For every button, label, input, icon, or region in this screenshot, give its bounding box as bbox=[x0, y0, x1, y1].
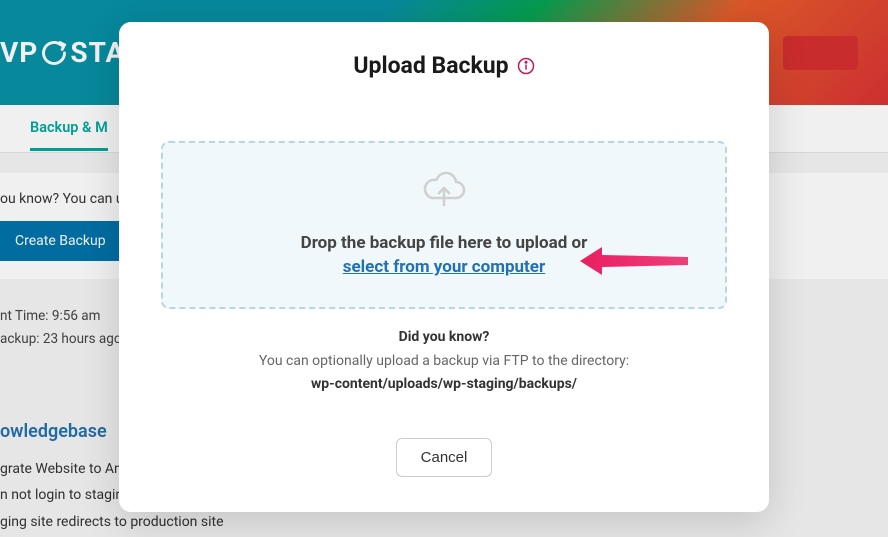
info-icon[interactable] bbox=[517, 57, 535, 75]
dropzone[interactable]: Drop the backup file here to upload or s… bbox=[161, 141, 727, 309]
drop-text: Drop the backup file here to upload or bbox=[301, 233, 588, 253]
modal-title: Upload Backup bbox=[161, 52, 727, 79]
select-from-computer-link[interactable]: select from your computer bbox=[343, 257, 545, 277]
annotation-arrow bbox=[580, 243, 690, 283]
cancel-button[interactable]: Cancel bbox=[396, 438, 493, 477]
hint-text: You can optionally upload a backup via F… bbox=[161, 351, 727, 372]
hint-title: Did you know? bbox=[161, 329, 727, 345]
modal-overlay: Upload Backup Drop the backup file here … bbox=[0, 0, 888, 537]
upload-backup-modal: Upload Backup Drop the backup file here … bbox=[119, 22, 769, 512]
hint-path: wp-content/uploads/wp-staging/backups/ bbox=[161, 376, 727, 392]
cloud-upload-icon bbox=[421, 170, 467, 214]
